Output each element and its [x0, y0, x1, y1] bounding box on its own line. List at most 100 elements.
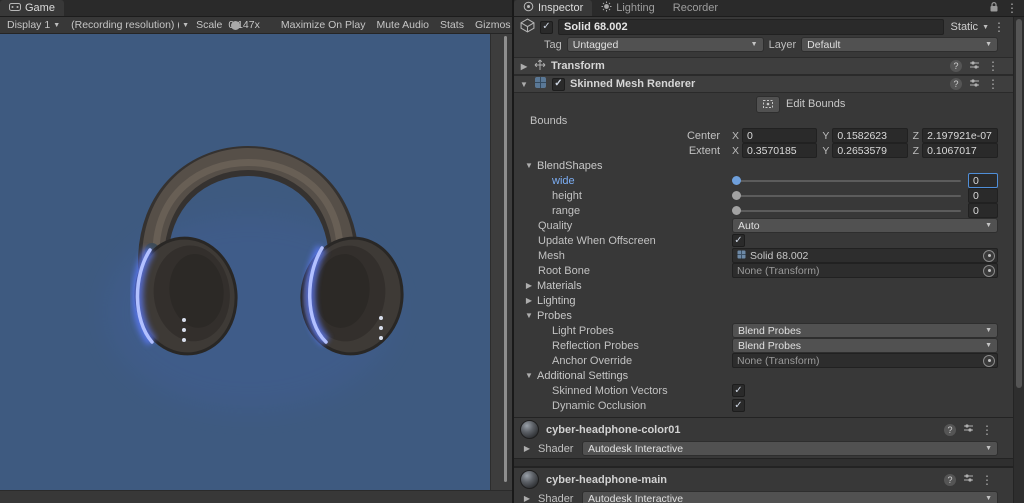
tag-label: Tag: [544, 38, 562, 51]
edit-bounds-button[interactable]: [756, 95, 780, 113]
tag-dropdown[interactable]: Untagged ▼: [566, 37, 764, 52]
tab-lighting[interactable]: Lighting: [592, 0, 664, 16]
root-bone-object-field[interactable]: None (Transform): [732, 263, 998, 278]
tab-game[interactable]: Game: [0, 0, 64, 16]
blendshape-range-field[interactable]: 0: [968, 203, 998, 218]
blendshape-height-slider[interactable]: [732, 188, 961, 203]
active-checkbox[interactable]: ✓: [540, 20, 553, 34]
display-dropdown[interactable]: Display 1 ▼: [3, 18, 64, 33]
blendshape-wide-slider[interactable]: [732, 173, 961, 188]
extent-z-field[interactable]: 0.1067017: [922, 143, 998, 158]
inspector-scrollbar[interactable]: [1013, 17, 1024, 503]
dynamic-occlusion-row: Dynamic Occlusion ✓: [514, 398, 1013, 413]
tab-recorder[interactable]: Recorder: [663, 0, 728, 16]
game-panel-footer: [0, 490, 512, 503]
help-icon[interactable]: ?: [944, 473, 956, 486]
blendshape-wide-field[interactable]: 0: [968, 173, 998, 188]
foldout-arrow-icon[interactable]: ▶: [522, 444, 532, 453]
aspect-dropdown[interactable]: (Recording resolution) (4:3) ▼: [67, 18, 193, 33]
chevron-down-icon: ▼: [985, 342, 992, 349]
lock-icon[interactable]: [989, 1, 999, 15]
shader-dropdown[interactable]: Autodesk Interactive ▼: [582, 491, 998, 503]
extent-y-field[interactable]: 0.2653579: [832, 143, 908, 158]
blendshape-height-label[interactable]: height: [552, 190, 732, 202]
kebab-menu-icon[interactable]: ⋮: [981, 424, 993, 436]
material-header[interactable]: cyber-headphone-color01 ? ⋮: [514, 418, 1013, 441]
slider-thumb[interactable]: [732, 191, 741, 200]
probes-foldout[interactable]: ▼ Probes: [514, 308, 1013, 323]
kebab-menu-icon[interactable]: ⋮: [993, 21, 1005, 33]
game-viewport[interactable]: [0, 34, 490, 490]
kebab-menu-icon[interactable]: ⋮: [1006, 2, 1018, 14]
material-section-color01: cyber-headphone-color01 ? ⋮ ▶ Shader Aut…: [514, 417, 1013, 458]
help-icon[interactable]: ?: [944, 423, 956, 436]
slider-thumb[interactable]: [732, 206, 741, 215]
skinned-motion-checkbox[interactable]: ✓: [732, 384, 745, 397]
quality-dropdown[interactable]: Auto ▼: [732, 218, 998, 233]
mute-audio-toggle[interactable]: Mute Audio: [372, 18, 433, 33]
blendshape-wide-label[interactable]: wide: [552, 175, 732, 187]
kebab-menu-icon[interactable]: ⋮: [987, 60, 999, 72]
center-y-field[interactable]: 0.1582623: [832, 128, 908, 143]
extent-x-field[interactable]: 0.3570185: [742, 143, 818, 158]
preset-icon[interactable]: [969, 78, 980, 91]
mesh-object-field[interactable]: Solid 68.002: [732, 248, 998, 263]
preset-icon[interactable]: [969, 60, 980, 73]
smr-enabled-checkbox[interactable]: ✓: [552, 77, 565, 91]
static-dropdown[interactable]: Static ▼ ⋮: [949, 21, 1007, 33]
kebab-menu-icon[interactable]: ⋮: [987, 78, 999, 90]
shader-dropdown[interactable]: Autodesk Interactive ▼: [582, 441, 998, 456]
anchor-override-object-field[interactable]: None (Transform): [732, 353, 998, 368]
help-icon[interactable]: ?: [950, 78, 962, 90]
kebab-menu-icon[interactable]: ⋮: [981, 474, 993, 486]
slider-thumb[interactable]: [732, 176, 741, 185]
bounds-label: Bounds: [530, 115, 568, 127]
chevron-down-icon: ▼: [985, 445, 992, 452]
slider-track: [732, 209, 961, 212]
additional-settings-foldout[interactable]: ▼ Additional Settings: [514, 368, 1013, 383]
game-viewport-wrap: [0, 34, 512, 490]
materials-foldout[interactable]: ▶ Materials: [514, 278, 1013, 293]
blendshapes-foldout[interactable]: ▼ BlendShapes: [514, 158, 1013, 173]
material-header[interactable]: cyber-headphone-main ? ⋮: [514, 468, 1013, 491]
gameobject-name-field[interactable]: Solid 68.002: [558, 19, 944, 35]
transform-component-header[interactable]: ▶ Transform ? ⋮: [514, 57, 1013, 75]
quality-value: Auto: [738, 219, 760, 232]
stats-toggle[interactable]: Stats: [436, 18, 468, 33]
help-icon[interactable]: ?: [950, 60, 962, 72]
lighting-label: Lighting: [537, 294, 576, 307]
object-picker-icon[interactable]: [983, 354, 995, 367]
blendshape-height-field[interactable]: 0: [968, 188, 998, 203]
light-probes-dropdown[interactable]: Blend Probes ▼: [732, 323, 998, 338]
update-offscreen-checkbox[interactable]: ✓: [732, 234, 745, 247]
tab-inspector[interactable]: Inspector: [514, 0, 593, 16]
preset-icon[interactable]: [963, 473, 974, 486]
quality-row: Quality Auto ▼: [514, 218, 1013, 233]
sun-icon: [601, 1, 612, 15]
center-x-field[interactable]: 0: [742, 128, 818, 143]
blendshape-range-slider[interactable]: [732, 203, 961, 218]
maximize-on-play-toggle[interactable]: Maximize On Play: [277, 18, 370, 33]
inspector-panel: Inspector Lighting Recorder ⋮ ✓ Solid 68…: [514, 0, 1024, 503]
layer-dropdown[interactable]: Default ▼: [801, 37, 998, 52]
scrollbar-thumb[interactable]: [1016, 19, 1022, 389]
object-picker-icon[interactable]: [983, 264, 995, 277]
blendshape-range-label[interactable]: range: [552, 205, 732, 217]
preset-icon[interactable]: [963, 423, 974, 436]
foldout-arrow-icon[interactable]: ▼: [519, 80, 529, 89]
center-z-field[interactable]: 2.197921e-07: [922, 128, 998, 143]
tab-game-label: Game: [25, 2, 55, 14]
lighting-foldout[interactable]: ▶ Lighting: [514, 293, 1013, 308]
tab-lighting-label: Lighting: [616, 2, 655, 14]
foldout-arrow-icon[interactable]: ▶: [522, 494, 532, 503]
blendshapes-label: BlendShapes: [537, 159, 603, 172]
reflection-probes-dropdown[interactable]: Blend Probes ▼: [732, 338, 998, 353]
smr-component-header[interactable]: ▼ ✓ Skinned Mesh Renderer ? ⋮: [514, 75, 1013, 93]
transform-title: Transform: [551, 60, 605, 72]
skinned-mesh-renderer-icon: [534, 76, 547, 92]
check-icon: ✓: [734, 384, 743, 396]
foldout-arrow-icon[interactable]: ▶: [519, 62, 529, 71]
dynamic-occlusion-checkbox[interactable]: ✓: [732, 399, 745, 412]
object-picker-icon[interactable]: [983, 249, 995, 262]
root-bone-row: Root Bone None (Transform): [514, 263, 1013, 278]
